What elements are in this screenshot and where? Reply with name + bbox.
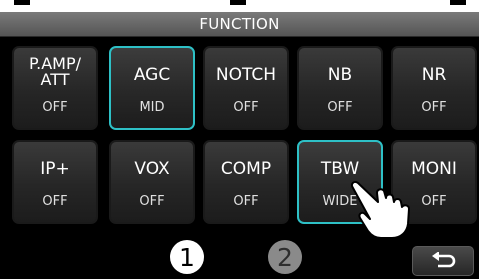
button-value: MID [139,100,165,115]
button-label: AGC [133,65,171,85]
button-value: OFF [139,194,165,209]
button-value: OFF [42,100,68,115]
button-label: NB [327,65,353,85]
button-label: NOTCH [215,65,277,85]
pamp-att-button[interactable]: P.AMP/ ATT OFF [12,46,98,130]
button-label: NR [421,65,447,85]
button-label: MONI [411,159,457,179]
button-value: OFF [327,100,353,115]
button-value: OFF [233,100,259,115]
edge-mark [230,0,246,5]
button-label: TBW [320,159,360,179]
vox-button[interactable]: VOX OFF [109,140,195,224]
button-value: OFF [42,194,68,209]
hand-pointer-icon [348,180,428,246]
button-label: IP+ [40,159,70,179]
top-edge [0,0,479,12]
page-2-indicator[interactable]: 2 [268,240,302,274]
button-label: COMP [220,159,272,179]
edge-mark [450,0,466,5]
edge-mark [14,0,30,5]
ip-plus-button[interactable]: IP+ OFF [12,140,98,224]
nr-button[interactable]: NR OFF [391,46,477,130]
notch-button[interactable]: NOTCH OFF [203,46,289,130]
page-1-indicator[interactable]: 1 [170,240,204,274]
function-screen: FUNCTION P.AMP/ ATT OFF AGC MID NOTCH OF… [0,12,479,279]
back-button[interactable] [412,246,474,276]
button-label: P.AMP/ ATT [28,54,82,89]
comp-button[interactable]: COMP OFF [203,140,289,224]
agc-button[interactable]: AGC MID [109,46,195,130]
screen-title: FUNCTION [0,12,479,37]
nb-button[interactable]: NB OFF [297,46,383,130]
button-label: VOX [134,159,170,179]
button-value: OFF [233,194,259,209]
button-value: OFF [421,100,447,115]
